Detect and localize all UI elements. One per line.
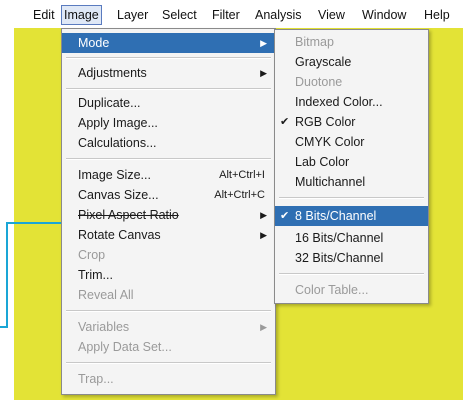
menu-item-label: Canvas Size...: [78, 188, 159, 202]
menu-image[interactable]: Image: [61, 5, 102, 25]
menu-item-label: Duotone: [295, 75, 343, 89]
mode-item-lab-color[interactable]: Lab Color: [275, 152, 428, 172]
image-menu-item-canvas-size[interactable]: Canvas Size... Alt+Ctrl+C: [62, 185, 275, 205]
image-menu-item-variables[interactable]: Variables ▶: [62, 317, 275, 337]
menu-item-label: Crop: [78, 248, 106, 262]
menu-item-label: Color Table...: [295, 283, 369, 297]
mode-item-rgb-color[interactable]: ✔ RGB Color: [275, 112, 428, 132]
menu-analysis[interactable]: Analysis: [255, 6, 302, 24]
menu-item-label: Trim...: [78, 268, 113, 282]
image-menu-item-apply-image[interactable]: Apply Image...: [62, 113, 275, 133]
mode-submenu: Bitmap Grayscale Duotone Indexed Color..…: [274, 29, 429, 304]
mode-item-cmyk-color[interactable]: CMYK Color: [275, 132, 428, 152]
menu-item-label: Multichannel: [295, 175, 366, 189]
menu-edit[interactable]: Edit: [33, 6, 55, 24]
menu-filter[interactable]: Filter: [212, 6, 240, 24]
menu-item-label: Apply Image...: [78, 116, 158, 130]
submenu-arrow-icon: ▶: [260, 68, 267, 78]
menu-layer[interactable]: Layer: [117, 6, 148, 24]
mode-item-16-bits-channel[interactable]: 16 Bits/Channel: [275, 228, 428, 248]
menu-item-label: RGB Color: [295, 115, 356, 129]
checkmark-icon: ✔: [280, 210, 290, 222]
menu-item-label: Trap...: [78, 372, 114, 386]
menu-item-label: Duplicate...: [78, 96, 141, 110]
menu-bar: Edit Image Layer Select Filter Analysis …: [0, 0, 463, 28]
menu-item-label: CMYK Color: [295, 135, 365, 149]
mode-item-grayscale[interactable]: Grayscale: [275, 52, 428, 72]
menu-item-label: Variables: [78, 320, 130, 334]
menu-item-label: Grayscale: [295, 55, 352, 69]
mode-item-8-bits-channel[interactable]: ✔ 8 Bits/Channel: [275, 206, 428, 226]
menu-view[interactable]: View: [318, 6, 345, 24]
menu-item-label: Rotate Canvas: [78, 228, 161, 242]
menu-item-label: Lab Color: [295, 155, 350, 169]
mode-item-multichannel[interactable]: Multichannel: [275, 172, 428, 192]
menu-separator: [66, 362, 271, 364]
submenu-arrow-icon: ▶: [260, 38, 267, 48]
menu-separator: [279, 273, 424, 275]
menu-help[interactable]: Help: [424, 6, 450, 24]
menu-item-label: Adjustments: [78, 66, 147, 80]
image-menu-item-image-size[interactable]: Image Size... Alt+Ctrl+I: [62, 165, 275, 185]
menu-select[interactable]: Select: [162, 6, 197, 24]
menu-separator: [66, 158, 271, 160]
menu-item-label: Reveal All: [78, 288, 134, 302]
image-menu-item-adjustments[interactable]: Adjustments ▶: [62, 63, 275, 83]
menu-item-label: Pixel Aspect Ratio: [78, 208, 179, 222]
image-menu-item-pixel-aspect-ratio[interactable]: Pixel Aspect Ratio ▶: [62, 205, 275, 225]
image-menu-item-duplicate[interactable]: Duplicate...: [62, 93, 275, 113]
menu-item-label: Image Size...: [78, 168, 151, 182]
menu-item-label: Mode: [78, 36, 110, 50]
image-menu-item-reveal-all[interactable]: Reveal All: [62, 285, 275, 305]
image-menu-item-trap[interactable]: Trap...: [62, 369, 275, 389]
menu-item-label: 32 Bits/Channel: [295, 251, 384, 265]
menu-separator: [66, 57, 271, 59]
menu-separator: [279, 197, 424, 199]
image-menu-item-mode[interactable]: Mode ▶: [62, 33, 275, 53]
image-menu-item-trim[interactable]: Trim...: [62, 265, 275, 285]
shortcut-label: Alt+Ctrl+C: [214, 189, 265, 201]
mode-item-indexed-color[interactable]: Indexed Color...: [275, 92, 428, 112]
mode-item-duotone[interactable]: Duotone: [275, 72, 428, 92]
submenu-arrow-icon: ▶: [260, 322, 267, 332]
menu-item-label: Bitmap: [295, 35, 334, 49]
menu-separator: [66, 310, 271, 312]
submenu-arrow-icon: ▶: [260, 210, 267, 220]
menu-item-label: 8 Bits/Channel: [295, 209, 377, 223]
menu-item-label: Calculations...: [78, 136, 157, 150]
checkmark-icon: ✔: [280, 116, 290, 128]
mode-item-color-table[interactable]: Color Table...: [275, 280, 428, 300]
submenu-arrow-icon: ▶: [260, 230, 267, 240]
image-menu-item-calculations[interactable]: Calculations...: [62, 133, 275, 153]
mode-item-32-bits-channel[interactable]: 32 Bits/Channel: [275, 248, 428, 268]
menu-item-label: 16 Bits/Channel: [295, 231, 384, 245]
mode-item-bitmap[interactable]: Bitmap: [275, 32, 428, 52]
menu-item-label: Apply Data Set...: [78, 340, 172, 354]
menu-item-label: Indexed Color...: [295, 95, 383, 109]
shortcut-label: Alt+Ctrl+I: [219, 169, 265, 181]
menu-separator: [66, 88, 271, 90]
menu-window[interactable]: Window: [362, 6, 406, 24]
image-menu-item-rotate-canvas[interactable]: Rotate Canvas ▶: [62, 225, 275, 245]
image-menu-item-crop[interactable]: Crop: [62, 245, 275, 265]
image-menu: Mode ▶ Adjustments ▶ Duplicate... Apply …: [61, 28, 276, 395]
image-menu-item-apply-data-set[interactable]: Apply Data Set...: [62, 337, 275, 357]
